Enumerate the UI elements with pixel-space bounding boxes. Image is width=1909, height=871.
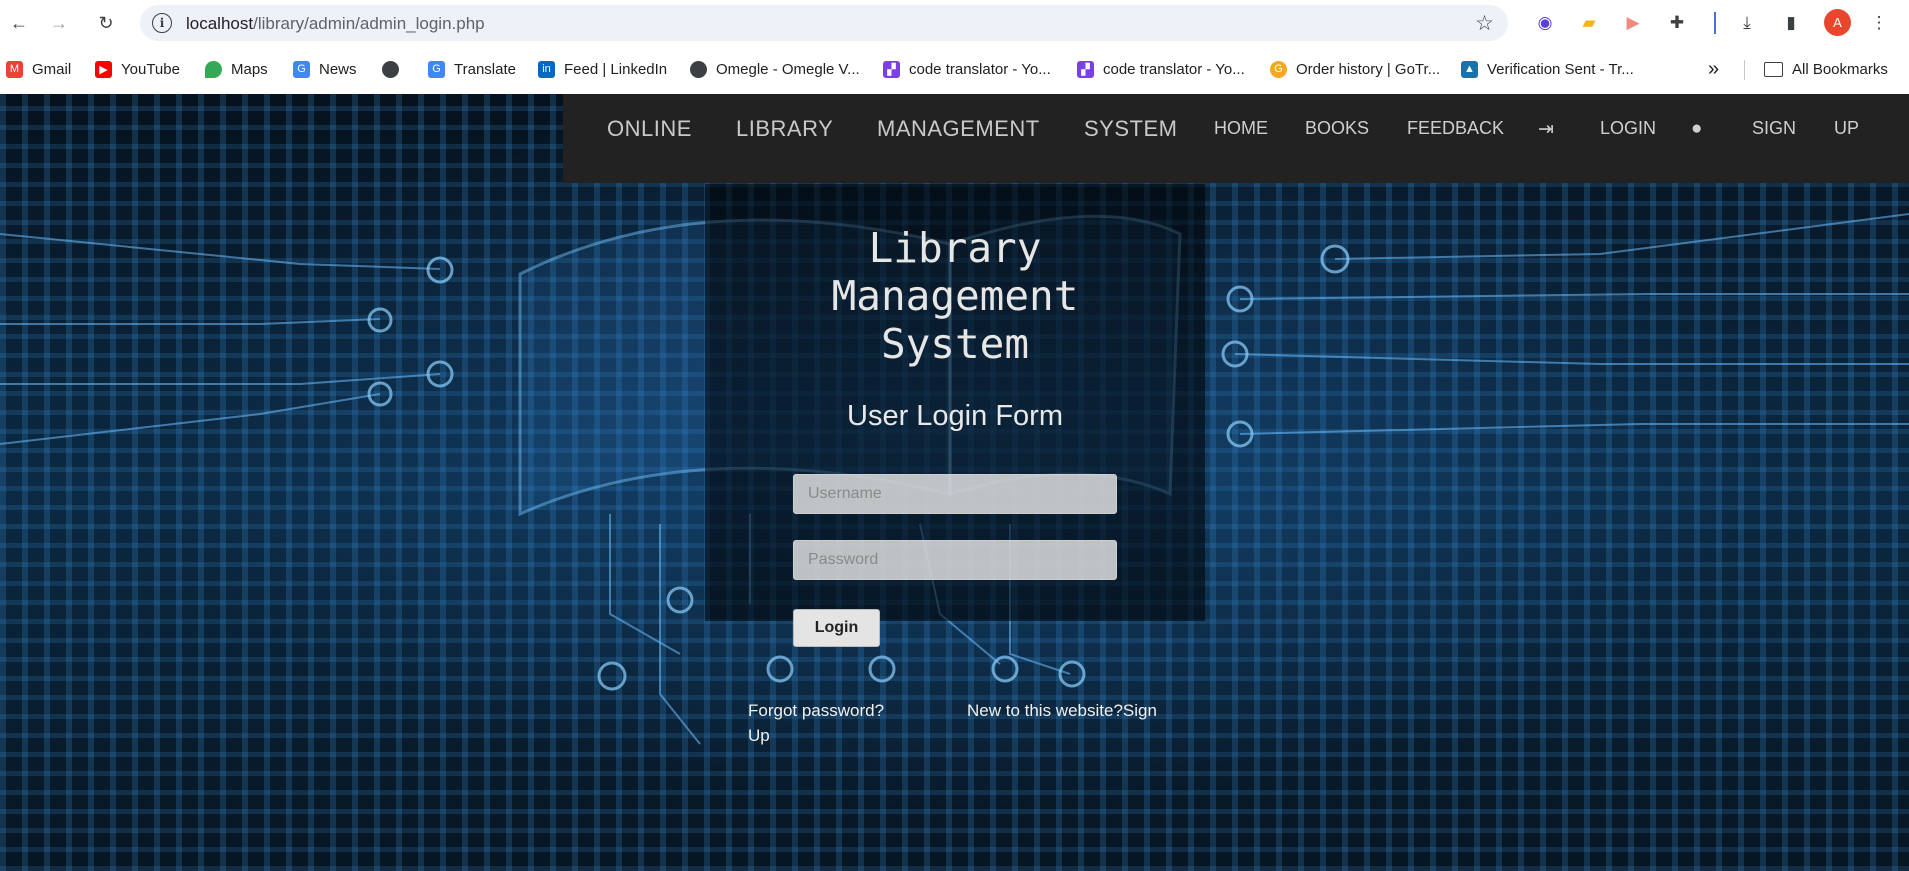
bookmarks-bar: M Gmail ▶ YouTube Maps G News G Translate in…: [0, 52, 1909, 86]
page-viewport: ONLINE LIBRARY MANAGEMENT SYSTEM HOME BO…: [0, 94, 1909, 871]
extension-folder-icon[interactable]: ▰: [1576, 10, 1602, 36]
address-bar-row: ← → ↻ i localhost/library/admin/admin_lo…: [0, 0, 1909, 46]
site-info-icon[interactable]: i: [152, 13, 172, 33]
bookmark-code-translator-2[interactable]: ▞ code translator - Yo...: [1077, 58, 1245, 80]
bookmark-gmail[interactable]: M Gmail: [6, 58, 71, 80]
bookmark-news[interactable]: G News: [293, 58, 357, 80]
bookmark-verification[interactable]: ▲ Verification Sent - Tr...: [1461, 58, 1634, 80]
site-navbar: ONLINE LIBRARY MANAGEMENT SYSTEM HOME BO…: [563, 94, 1909, 183]
bookmark-youtube[interactable]: ▶ YouTube: [95, 58, 180, 80]
forgot-password-text-2[interactable]: Up: [748, 723, 884, 748]
username-input[interactable]: [793, 474, 1117, 514]
bookmark-separator: [1744, 60, 1745, 80]
nav-login[interactable]: LOGIN: [1600, 118, 1656, 139]
brand-word-online[interactable]: ONLINE: [607, 116, 692, 142]
nav-home[interactable]: HOME: [1214, 118, 1268, 139]
url-text[interactable]: localhost/library/admin/admin_login.php: [186, 14, 485, 34]
forgot-password-text[interactable]: Forgot password?: [748, 698, 884, 723]
globe-icon: [690, 60, 707, 78]
bookmark-order-history[interactable]: G Order history | GoTr...: [1270, 58, 1440, 80]
forward-icon[interactable]: →: [46, 10, 72, 36]
forgot-password-link[interactable]: Forgot password? Up: [748, 698, 884, 748]
menu-kebab-icon[interactable]: ⋮: [1866, 10, 1892, 36]
toolbar-separator: [1714, 12, 1716, 34]
bookmark-linkedin[interactable]: in Feed | LinkedIn: [538, 58, 667, 80]
globe-icon: [382, 60, 399, 78]
bookmark-maps[interactable]: Maps: [205, 58, 268, 80]
verification-icon: ▲: [1461, 60, 1478, 78]
nav-feedback[interactable]: FEEDBACK: [1407, 118, 1504, 139]
nav-sign[interactable]: SIGN: [1752, 118, 1796, 139]
bookmark-code-translator-1[interactable]: ▞ code translator - Yo...: [883, 58, 1051, 80]
linkedin-icon: in: [538, 60, 555, 78]
reload-icon[interactable]: ↻: [93, 10, 119, 36]
profile-avatar[interactable]: A: [1824, 9, 1851, 36]
more-bookmarks-icon[interactable]: »: [1708, 58, 1719, 80]
bookmark-star-icon[interactable]: ☆: [1475, 11, 1494, 36]
bookmark-translate[interactable]: G Translate: [428, 58, 516, 80]
login-button[interactable]: Login: [793, 609, 880, 647]
translate-icon: G: [428, 60, 445, 78]
user-icon[interactable]: ●: [1691, 118, 1702, 140]
brand-word-management[interactable]: MANAGEMENT: [877, 116, 1040, 142]
news-icon: G: [293, 60, 310, 78]
signup-link[interactable]: New to this website?Sign: [967, 698, 1157, 723]
site-title-line: Library: [868, 224, 1042, 272]
side-panel-icon[interactable]: ▮: [1778, 10, 1804, 36]
folder-icon: [1764, 61, 1783, 77]
address-bar[interactable]: i localhost/library/admin/admin_login.ph…: [140, 5, 1508, 41]
gotranscript-icon: G: [1270, 60, 1287, 78]
bookmark-globe[interactable]: [382, 58, 408, 80]
login-icon[interactable]: ⇥: [1538, 118, 1554, 141]
back-icon[interactable]: ←: [6, 10, 32, 36]
brand-word-system[interactable]: SYSTEM: [1084, 116, 1177, 142]
nav-up[interactable]: UP: [1834, 118, 1859, 139]
extension-record-icon[interactable]: ▶: [1620, 10, 1646, 36]
code-translator-icon: ▞: [1077, 60, 1094, 78]
site-title-line: Management: [831, 272, 1079, 320]
site-title-line: System: [880, 320, 1030, 368]
nav-books[interactable]: BOOKS: [1305, 118, 1369, 139]
form-title: User Login Form: [847, 400, 1063, 432]
site-title: Library Management System: [705, 224, 1205, 368]
maps-icon: [205, 60, 222, 78]
extension-face-icon[interactable]: ◉: [1532, 10, 1558, 36]
all-bookmarks-folder[interactable]: All Bookmarks: [1764, 58, 1888, 80]
browser-chrome: ← → ↻ i localhost/library/admin/admin_lo…: [0, 0, 1909, 94]
brand-word-library[interactable]: LIBRARY: [736, 116, 833, 142]
extensions-puzzle-icon[interactable]: ✚: [1664, 10, 1690, 36]
code-translator-icon: ▞: [883, 60, 900, 78]
gmail-icon: M: [6, 60, 23, 78]
youtube-icon: ▶: [95, 60, 112, 78]
password-input[interactable]: [793, 540, 1117, 580]
bookmark-omegle[interactable]: Omegle - Omegle V...: [690, 58, 860, 80]
download-icon[interactable]: ⤓: [1734, 10, 1760, 36]
